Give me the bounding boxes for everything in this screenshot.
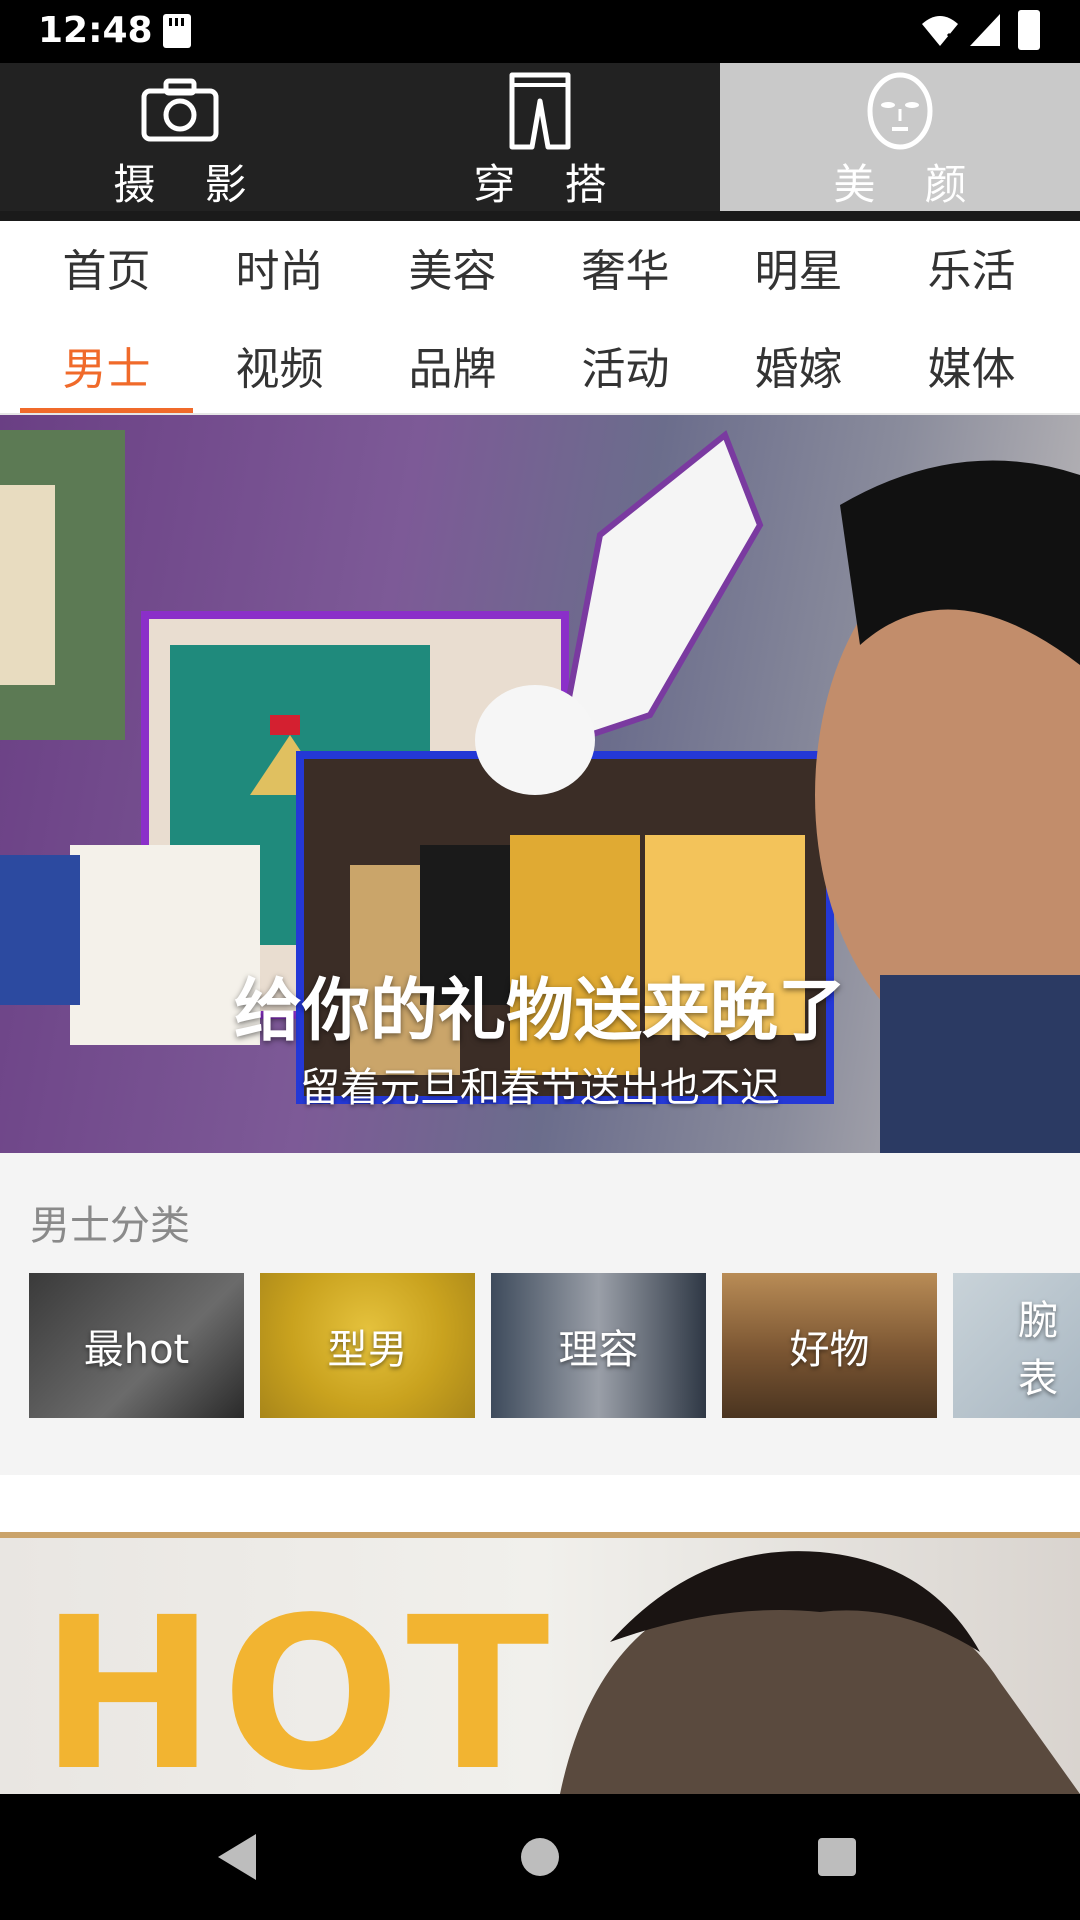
home-icon bbox=[521, 1838, 559, 1876]
banner-subtitle: 留着元旦和春节送出也不迟 bbox=[300, 1065, 780, 1111]
men-category-section: 男士分类 最hot 型男 理容 好物 腕表 bbox=[0, 1153, 1080, 1475]
category-card-label: 型男 bbox=[327, 1326, 408, 1373]
mode-tab-photography[interactable]: 摄 影 bbox=[0, 63, 360, 211]
tab-brand[interactable]: 品牌 bbox=[366, 333, 539, 397]
tab-beauty[interactable]: 美容 bbox=[366, 235, 539, 299]
mode-tab-label: 穿 搭 bbox=[473, 160, 625, 209]
section-title: 男士分类 bbox=[30, 1203, 190, 1249]
signal-icon bbox=[970, 14, 1000, 46]
category-card-good-stuff[interactable]: 好物 bbox=[722, 1273, 937, 1418]
face-mask-icon bbox=[867, 72, 933, 150]
category-card-hot[interactable]: 最hot bbox=[29, 1273, 244, 1418]
tab-luxury[interactable]: 奢华 bbox=[539, 235, 712, 299]
tab-men[interactable]: 男士 bbox=[20, 333, 193, 397]
system-navigation-bar bbox=[0, 1794, 1080, 1920]
tab-lifestyle[interactable]: 乐活 bbox=[885, 235, 1058, 299]
status-bar: 12:48 bbox=[0, 0, 1080, 63]
category-card-stylish-men[interactable]: 型男 bbox=[260, 1273, 475, 1418]
feature-headline: HOT bbox=[40, 1572, 556, 1794]
tab-media[interactable]: 媒体 bbox=[885, 333, 1058, 397]
category-card-label: 理容 bbox=[558, 1326, 639, 1373]
pants-icon bbox=[509, 72, 571, 150]
category-card-label: 腕表 bbox=[1018, 1297, 1058, 1402]
category-card-label: 最hot bbox=[83, 1326, 190, 1373]
category-card-grooming[interactable]: 理容 bbox=[491, 1273, 706, 1418]
mode-tab-label: 摄 影 bbox=[113, 160, 265, 209]
tab-fashion[interactable]: 时尚 bbox=[193, 235, 366, 299]
tab-video[interactable]: 视频 bbox=[193, 333, 366, 397]
camera-icon bbox=[141, 78, 219, 142]
tab-events[interactable]: 活动 bbox=[539, 333, 712, 397]
wifi-icon bbox=[922, 16, 958, 46]
category-card-watches[interactable]: 腕表 bbox=[953, 1273, 1080, 1418]
feature-article-image[interactable]: HOT bbox=[0, 1532, 1080, 1794]
mode-tab-beauty[interactable]: 美 颜 bbox=[720, 63, 1080, 211]
tab-home[interactable]: 首页 bbox=[20, 235, 193, 299]
banner-title: 给你的礼物送来晚了 bbox=[233, 972, 846, 1051]
category-card-label: 好物 bbox=[789, 1326, 870, 1373]
back-icon bbox=[218, 1834, 256, 1880]
status-time: 12:48 bbox=[38, 10, 153, 51]
sd-card-icon bbox=[163, 14, 191, 48]
mode-bar: 摄 影 穿 搭 美 颜 bbox=[0, 63, 1080, 221]
hero-banner[interactable]: 给你的礼物送来晚了 留着元旦和春节送出也不迟 bbox=[0, 415, 1080, 1153]
tab-wedding[interactable]: 婚嫁 bbox=[712, 333, 885, 397]
mode-tab-outfit[interactable]: 穿 搭 bbox=[360, 63, 720, 211]
nav-buttons bbox=[218, 1834, 856, 1880]
tab-celebrity[interactable]: 明星 bbox=[712, 235, 885, 299]
category-tabs: 首页 时尚 美容 奢华 明星 乐活 男士 视频 品牌 活动 婚嫁 媒体 bbox=[0, 221, 1080, 414]
battery-icon bbox=[1018, 10, 1040, 50]
mode-tab-label: 美 颜 bbox=[833, 160, 985, 209]
recents-icon bbox=[818, 1838, 856, 1876]
